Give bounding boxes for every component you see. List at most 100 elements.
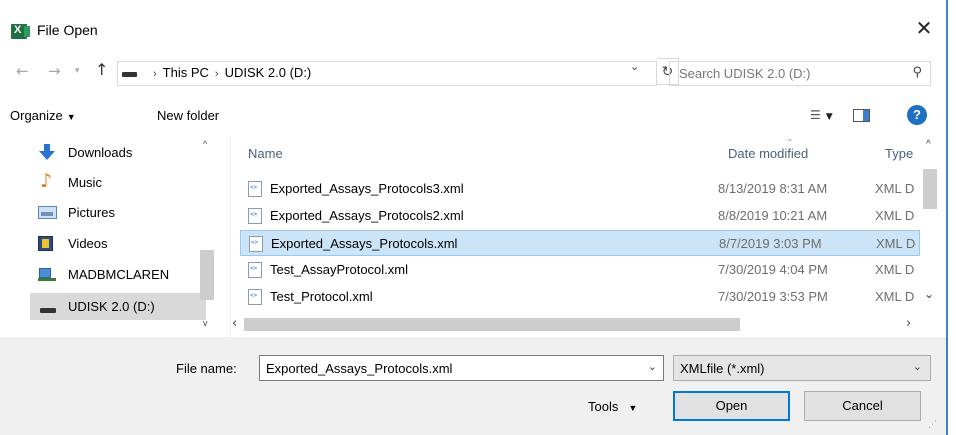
file-open-dialog: File Open ✕ ← → ▾ ↑ › This PC › UDISK 2.0 (… <box>0 0 946 435</box>
back-arrow-icon[interactable]: ← <box>16 62 29 80</box>
file-type-value: XMLfile (*.xml) <box>680 361 765 376</box>
horizontal-scrollbar[interactable]: ‹ › <box>230 316 946 333</box>
sidebar-item-label: UDISK 2.0 (D:) <box>68 299 155 314</box>
scroll-left-icon[interactable]: ‹ <box>232 316 237 331</box>
videos-icon <box>38 236 53 251</box>
column-header-type[interactable]: Type <box>885 146 913 161</box>
table-row[interactable]: Exported_Assays_Protocols3.xml 8/13/2019… <box>240 176 920 202</box>
file-date: 7/30/2019 4:04 PM <box>718 262 828 277</box>
downloads-icon <box>38 144 57 161</box>
xml-file-icon <box>248 181 262 197</box>
xml-file-icon <box>248 289 262 305</box>
preview-pane-icon[interactable] <box>853 109 870 122</box>
address-bar[interactable]: › This PC › UDISK 2.0 (D:) <box>117 61 657 86</box>
pane-divider[interactable] <box>230 135 231 340</box>
new-folder-button[interactable]: New folder <box>157 108 219 123</box>
sidebar-item-downloads[interactable]: Downloads <box>38 139 206 166</box>
nav-scroll-down-icon[interactable]: v <box>203 318 208 328</box>
file-name: Test_Protocol.xml <box>270 289 373 304</box>
vertical-scrollbar-thumb[interactable] <box>923 169 937 209</box>
file-date: 8/7/2019 3:03 PM <box>719 236 822 251</box>
breadcrumb-separator-icon: › <box>214 68 219 80</box>
resize-grip-icon[interactable]: ⋰ <box>928 419 937 430</box>
organize-button[interactable]: Organize ▼ <box>10 108 76 123</box>
table-row-selected[interactable]: Exported_Assays_Protocols.xml 8/7/2019 3… <box>240 230 920 256</box>
usb-drive-icon <box>38 298 57 315</box>
dialog-title: File Open <box>37 22 98 38</box>
help-icon[interactable]: ? <box>907 105 927 125</box>
file-name-value[interactable]: Exported_Assays_Protocols.xml <box>266 361 452 376</box>
breadcrumb: › This PC › UDISK 2.0 (D:) <box>147 65 311 80</box>
file-date: 8/13/2019 8:31 AM <box>718 181 828 196</box>
title-bar: File Open ✕ <box>0 0 946 58</box>
file-name-field[interactable]: Exported_Assays_Protocols.xml ⌄ <box>259 355 664 381</box>
file-type: XML Document <box>876 236 916 251</box>
sidebar-item-label: Videos <box>68 236 108 251</box>
organize-label: Organize <box>10 108 63 123</box>
dialog-footer: File name: Exported_Assays_Protocols.xml… <box>0 337 946 435</box>
column-header-date-modified[interactable]: Date modified <box>728 146 808 161</box>
music-icon <box>38 170 57 192</box>
file-name: Test_AssayProtocol.xml <box>270 262 408 277</box>
navigation-pane[interactable]: Downloads Music Pictures Videos MADBMCLA… <box>0 135 230 340</box>
file-name: Exported_Assays_Protocols2.xml <box>270 208 464 223</box>
xml-file-icon <box>248 208 262 224</box>
window-edge <box>946 0 956 435</box>
xml-file-icon <box>249 236 263 252</box>
tools-label: Tools <box>588 399 619 414</box>
breadcrumb-this-pc[interactable]: This PC <box>163 65 209 80</box>
vertical-scrollbar[interactable]: ^ ⌄ <box>922 135 939 315</box>
sidebar-item-udisk[interactable]: UDISK 2.0 (D:) <box>30 293 206 320</box>
tools-button[interactable]: Tools ▼ <box>588 399 637 414</box>
file-type-select[interactable]: XMLfile (*.xml) ⌄ <box>673 355 931 381</box>
close-button[interactable]: ✕ <box>913 17 935 39</box>
command-toolbar: Organize ▼ New folder ☰ ▼ ? <box>0 98 946 132</box>
file-type: XML Document <box>875 289 915 304</box>
file-name: Exported_Assays_Protocols.xml <box>271 236 458 251</box>
up-arrow-icon[interactable]: ↑ <box>95 60 108 79</box>
breadcrumb-udisk[interactable]: UDISK 2.0 (D:) <box>225 65 312 80</box>
file-type: XML Document <box>875 181 915 196</box>
address-dropdown-chevron-icon[interactable]: ⌄ <box>630 60 639 73</box>
search-box[interactable]: Search UDISK 2.0 (D:) ⚲ <box>669 61 931 86</box>
scroll-down-icon[interactable]: ⌄ <box>924 287 934 301</box>
sidebar-item-label: Downloads <box>68 145 133 160</box>
breadcrumb-separator-icon: › <box>153 68 157 80</box>
file-name: Exported_Assays_Protocols3.xml <box>270 181 464 196</box>
chevron-down-icon[interactable]: ⌄ <box>648 360 657 373</box>
chevron-down-icon: ⌄ <box>912 360 922 373</box>
sidebar-item-pictures[interactable]: Pictures <box>38 199 206 226</box>
recent-locations-chevron-icon[interactable]: ▾ <box>75 66 80 76</box>
nav-scrollbar-thumb[interactable] <box>200 250 214 300</box>
table-row[interactable]: Exported_Assays_Protocols2.xml 8/8/2019 … <box>240 203 920 229</box>
network-drive-icon <box>38 266 57 283</box>
caret-down-icon: ▼ <box>66 112 76 122</box>
view-details-icon: ☰ <box>810 108 821 122</box>
nav-scroll-up-icon[interactable]: ^ <box>203 139 207 149</box>
file-date: 7/30/2019 3:53 PM <box>718 289 828 304</box>
xml-file-icon <box>248 262 262 278</box>
sidebar-item-label: Music <box>68 175 102 190</box>
scroll-up-icon[interactable]: ^ <box>926 139 931 150</box>
change-view-button[interactable]: ☰ ▼ <box>810 108 833 122</box>
search-input[interactable]: Search UDISK 2.0 (D:) <box>679 66 811 81</box>
sidebar-item-madbmclaren[interactable]: MADBMCLAREN <box>38 261 206 288</box>
file-list[interactable]: ⌄ Name Date modified Type Exported_Assay… <box>230 133 946 340</box>
pictures-icon <box>38 206 57 219</box>
sidebar-item-videos[interactable]: Videos <box>38 230 206 257</box>
sidebar-item-label: MADBMCLAREN <box>68 267 170 282</box>
column-header-name[interactable]: Name <box>248 146 283 161</box>
table-row[interactable]: Test_Protocol.xml 7/30/2019 3:53 PM XML … <box>240 284 920 310</box>
caret-down-icon: ▼ <box>825 112 833 122</box>
file-type: XML Document <box>875 208 915 223</box>
horizontal-scrollbar-thumb[interactable] <box>244 318 740 331</box>
sidebar-item-music[interactable]: Music <box>38 169 206 196</box>
scroll-right-icon[interactable]: › <box>906 316 911 331</box>
cancel-button[interactable]: Cancel <box>804 391 921 421</box>
sort-indicator-icon: ⌄ <box>786 133 794 143</box>
forward-arrow-icon[interactable]: → <box>48 62 61 80</box>
drive-icon <box>122 72 137 77</box>
open-button[interactable]: Open <box>673 391 790 421</box>
table-row[interactable]: Test_AssayProtocol.xml 7/30/2019 4:04 PM… <box>240 257 920 283</box>
caret-down-icon: ▼ <box>628 403 638 413</box>
